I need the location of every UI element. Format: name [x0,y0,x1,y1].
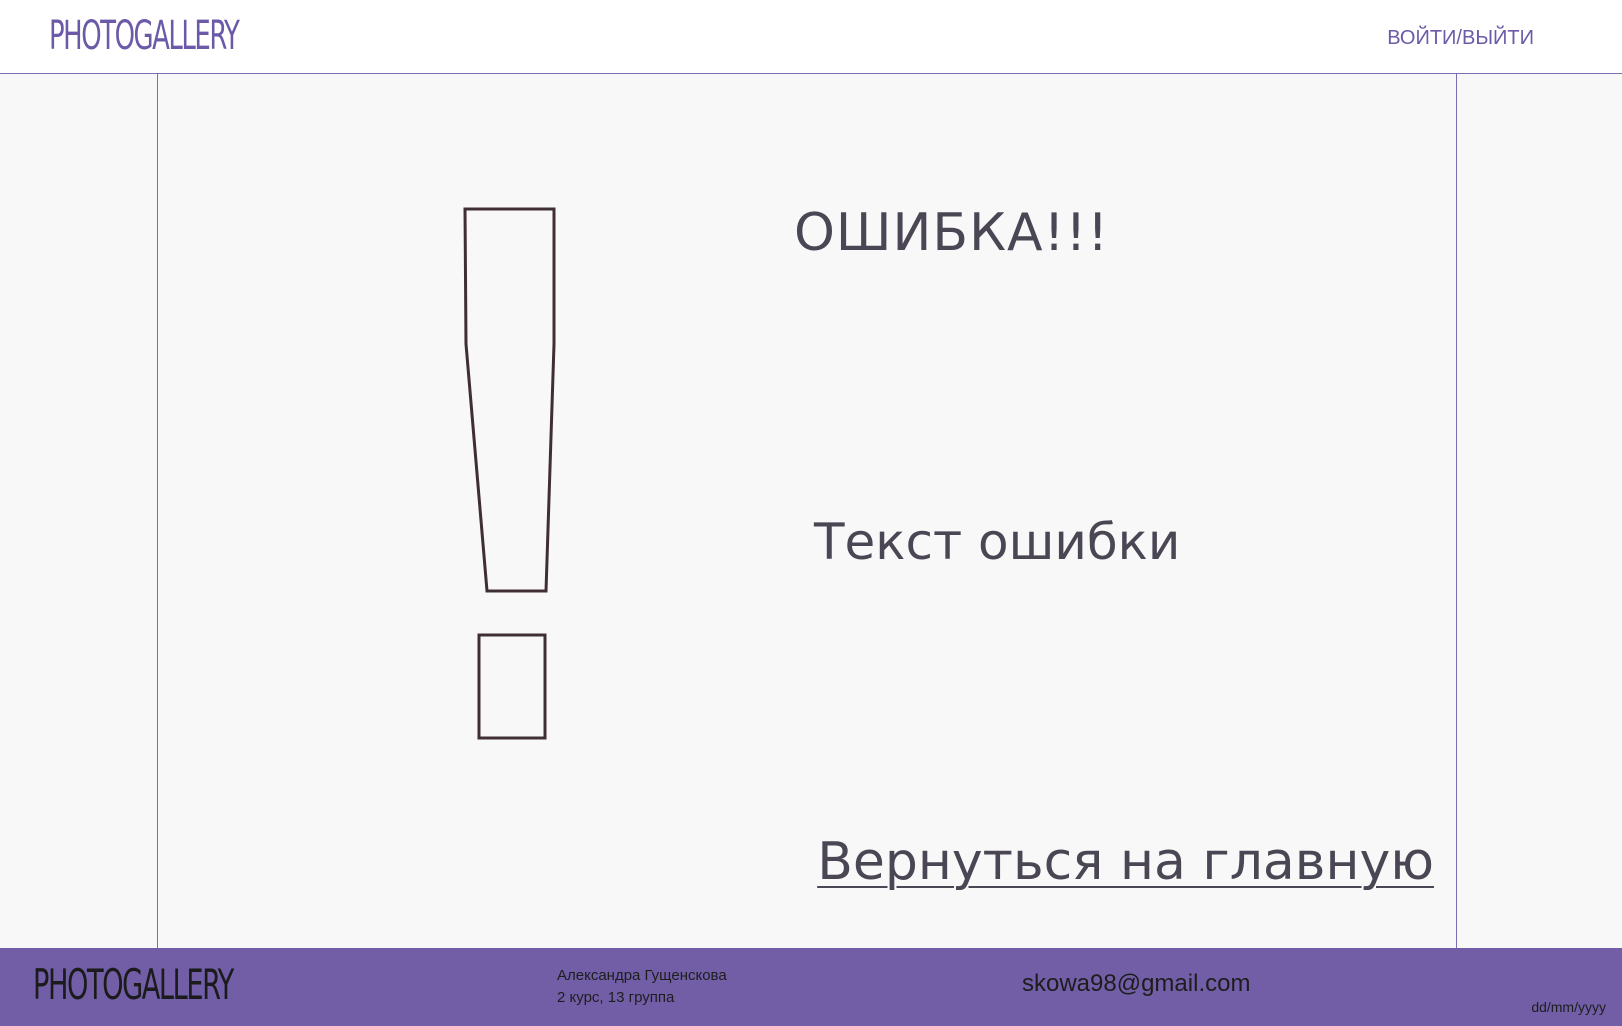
footer-logo[interactable]: PHOTOGALLERY [33,959,234,1011]
header: PHOTOGALLERY ВОЙТИ/ВЫЙТИ [0,0,1622,74]
login-logout-link[interactable]: ВОЙТИ/ВЫЙТИ [1387,24,1534,52]
exclamation-mark-icon [463,207,556,740]
footer: PHOTOGALLERY Александра Гущенскова 2 кур… [0,948,1622,1026]
email-link[interactable]: skowa98@gmail.com [1022,968,1250,1000]
back-to-home-link[interactable]: Вернуться на главную [817,829,1434,895]
author-name: Александра Гущенскова [557,967,727,984]
author-info: Александра Гущенскова 2 курс, 13 группа [557,965,727,1009]
logo[interactable]: PHOTOGALLERY [49,11,240,61]
error-title: ОШИБКА!!! [794,203,1110,263]
date-label: dd/mm/yyyy [1531,999,1606,1015]
author-course: 2 курс, 13 группа [557,989,675,1006]
error-message: Текст ошибки [814,513,1181,571]
